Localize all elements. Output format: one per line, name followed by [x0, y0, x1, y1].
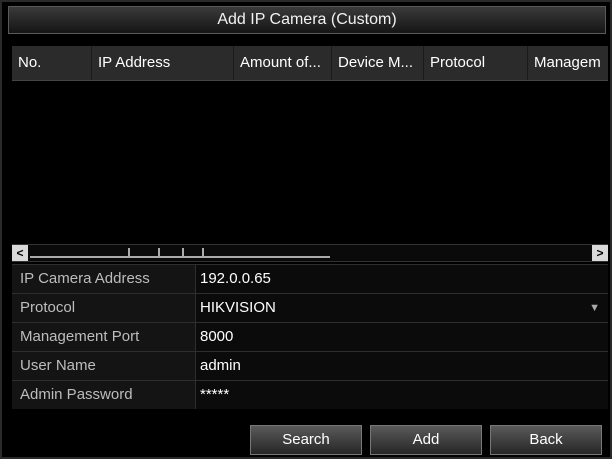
- column-header-no[interactable]: No.: [12, 46, 92, 80]
- camera-settings-form: IP Camera Address 192.0.0.65 Protocol HI…: [12, 264, 608, 410]
- chevron-down-icon[interactable]: ▼: [589, 294, 600, 322]
- protocol-row: Protocol HIKVISION ▼: [12, 293, 608, 322]
- scrollbar-tick: [128, 248, 130, 256]
- add-button[interactable]: Add: [370, 425, 482, 455]
- user-name-input[interactable]: admin: [195, 352, 608, 380]
- admin-password-label: Admin Password: [20, 386, 133, 403]
- column-header-ip-address[interactable]: IP Address: [92, 46, 234, 80]
- dialog-title: Add IP Camera (Custom): [8, 6, 606, 34]
- management-port-row: Management Port 8000: [12, 322, 608, 351]
- scroll-left-arrow-icon[interactable]: <: [12, 245, 28, 261]
- management-port-input[interactable]: 8000: [195, 323, 608, 351]
- scroll-right-arrow-icon[interactable]: >: [592, 245, 608, 261]
- search-button[interactable]: Search: [250, 425, 362, 455]
- admin-password-input[interactable]: *****: [195, 381, 608, 409]
- scrollbar-tick: [182, 248, 184, 256]
- table-horizontal-scrollbar[interactable]: < >: [12, 244, 608, 262]
- ip-camera-address-input[interactable]: 192.0.0.65: [195, 265, 608, 293]
- admin-password-row: Admin Password *****: [12, 380, 608, 409]
- camera-table-header: No. IP Address Amount of... Device M... …: [12, 46, 608, 81]
- ip-camera-address-row: IP Camera Address 192.0.0.65: [12, 264, 608, 293]
- column-header-device-model[interactable]: Device M...: [332, 46, 424, 80]
- scrollbar-tick: [202, 248, 204, 256]
- ip-camera-address-label: IP Camera Address: [20, 270, 150, 287]
- protocol-select[interactable]: HIKVISION ▼: [195, 294, 608, 322]
- protocol-label: Protocol: [20, 299, 76, 316]
- camera-table-body[interactable]: [12, 81, 608, 242]
- user-name-row: User Name admin: [12, 351, 608, 380]
- column-header-protocol[interactable]: Protocol: [424, 46, 528, 80]
- management-port-label: Management Port: [20, 328, 140, 345]
- back-button[interactable]: Back: [490, 425, 602, 455]
- scrollbar-thumb[interactable]: [30, 248, 330, 258]
- scrollbar-tick: [158, 248, 160, 256]
- user-name-label: User Name: [20, 357, 96, 374]
- protocol-selected-value: HIKVISION: [200, 299, 276, 316]
- add-ip-camera-dialog: Add IP Camera (Custom) No. IP Address Am…: [0, 0, 612, 459]
- column-header-management[interactable]: Managem: [528, 46, 608, 80]
- column-header-amount[interactable]: Amount of...: [234, 46, 332, 80]
